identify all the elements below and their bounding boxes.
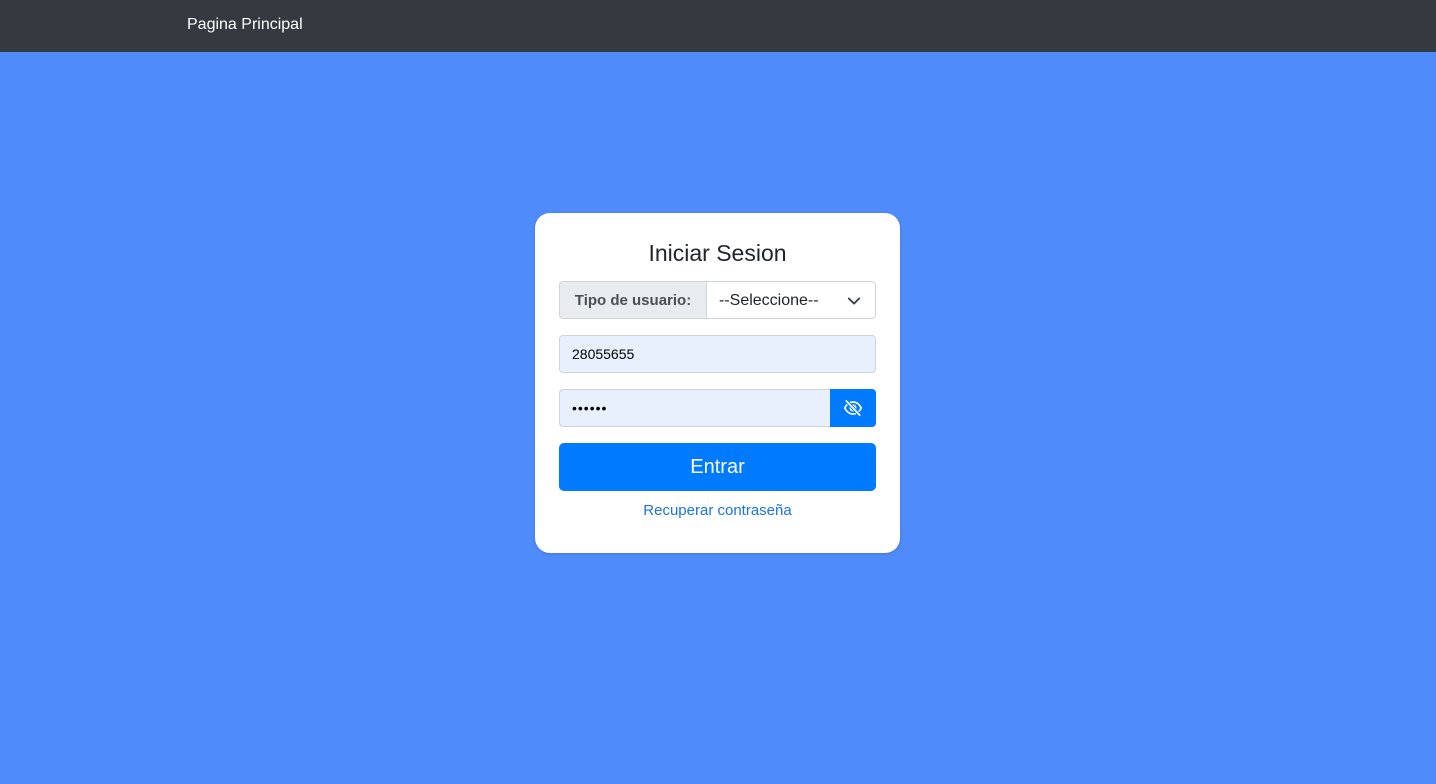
login-card: Iniciar Sesion Tipo de usuario: --Selecc… [535,213,900,553]
login-title: Iniciar Sesion [648,240,787,266]
eye-slash-icon [843,399,863,417]
user-type-select[interactable]: --Seleccione-- [706,281,876,319]
password-group: •••••• [559,389,876,427]
user-type-label: Tipo de usuario: [559,281,706,319]
login-submit-button[interactable]: Entrar [559,443,876,491]
password-input[interactable]: •••••• [559,389,830,427]
toggle-password-button[interactable] [830,389,876,427]
navbar: Pagina Principal [0,0,1436,52]
chevron-down-icon [847,297,861,305]
user-type-selected-value: --Seleccione-- [719,292,819,309]
user-type-group: Tipo de usuario: --Seleccione-- [559,281,876,319]
recover-password-link[interactable]: Recuperar contraseña [535,502,900,520]
navbar-brand-link[interactable]: Pagina Principal [187,15,303,35]
username-input[interactable]: 28055655 [559,335,876,373]
